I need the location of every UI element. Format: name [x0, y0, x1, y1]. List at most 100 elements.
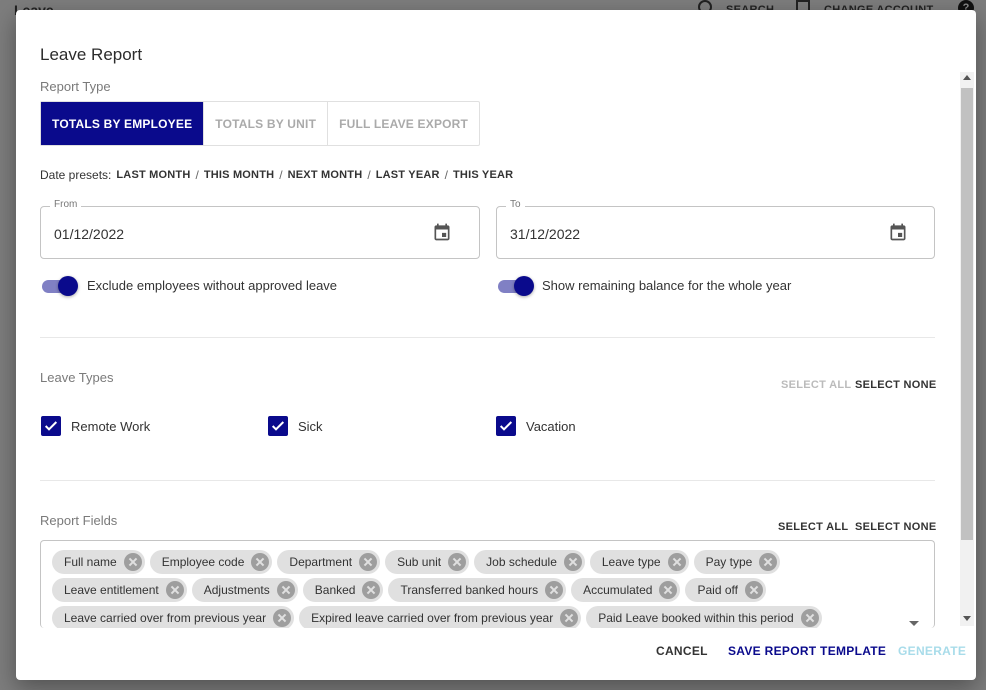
field-chip: Employee code	[149, 550, 273, 574]
chip-label: Department	[289, 555, 353, 569]
report-fields-select-none[interactable]: SELECT NONE	[855, 521, 937, 533]
chip-label: Job schedule	[486, 555, 557, 569]
chip-row: Leave entitlement Adjustments Banked Tra…	[52, 578, 766, 602]
remove-chip-icon[interactable]	[123, 553, 142, 571]
calendar-icon[interactable]	[888, 222, 908, 242]
chip-label: Paid off	[697, 583, 738, 597]
preset-this-month[interactable]: THIS MONTH	[204, 169, 274, 181]
remove-chip-icon[interactable]	[659, 581, 678, 599]
remove-chip-icon[interactable]	[667, 553, 686, 571]
remaining-balance-label: Show remaining balance for the whole yea…	[542, 278, 792, 293]
field-chip: Job schedule	[474, 550, 585, 574]
chip-row: Leave carried over from previous year Ex…	[52, 606, 822, 628]
save-report-template-button[interactable]: SAVE REPORT TEMPLATE	[728, 644, 886, 658]
report-type-full-leave-export[interactable]: FULL LEAVE EXPORT	[328, 102, 479, 145]
remaining-balance-toggle[interactable]	[496, 276, 534, 296]
field-chip: Sub unit	[385, 550, 470, 574]
remove-chip-icon[interactable]	[276, 581, 295, 599]
remove-chip-icon[interactable]	[165, 581, 184, 599]
to-date-field[interactable]: To 31/12/2022	[496, 199, 935, 259]
field-chip: Accumulated	[571, 578, 681, 602]
preset-last-month[interactable]: LAST MONTH	[116, 169, 190, 181]
field-chip: Expired leave carried over from previous…	[299, 606, 582, 628]
chip-label: Transferred banked hours	[400, 583, 539, 597]
calendar-icon[interactable]	[432, 222, 452, 242]
generate-button[interactable]: GENERATE	[898, 644, 966, 658]
leave-type-label: Remote Work	[71, 419, 151, 434]
report-type-totals-by-unit[interactable]: TOTALS BY UNIT	[204, 102, 329, 145]
report-fields-select[interactable]: Full name Employee code Department Sub u…	[40, 540, 935, 628]
field-chip: Pay type	[693, 550, 781, 574]
chip-label: Paid Leave booked within this period	[598, 611, 794, 625]
scroll-up-arrow-icon[interactable]	[963, 75, 971, 80]
preset-this-year[interactable]: THIS YEAR	[453, 169, 513, 181]
date-presets: Date presets: LAST MONTH / THIS MONTH / …	[40, 168, 513, 182]
divider	[40, 480, 935, 481]
checkmark-icon	[499, 421, 513, 431]
remove-chip-icon[interactable]	[800, 609, 819, 627]
exclude-employees-label: Exclude employees without approved leave	[87, 278, 338, 293]
preset-separator: /	[444, 168, 448, 182]
remove-chip-icon[interactable]	[251, 553, 270, 571]
preset-separator: /	[367, 168, 371, 182]
chevron-down-icon[interactable]	[909, 621, 919, 626]
preset-separator: /	[195, 168, 199, 182]
leave-types-select-none[interactable]: SELECT NONE	[855, 379, 937, 391]
divider	[40, 337, 935, 338]
from-date-label: From	[50, 199, 82, 210]
to-date-label: To	[506, 199, 525, 210]
field-chip: Adjustments	[191, 578, 298, 602]
preset-next-month[interactable]: NEXT MONTH	[288, 169, 363, 181]
checkbox-sick[interactable]	[268, 416, 288, 436]
scroll-thumb[interactable]	[961, 88, 973, 540]
remove-chip-icon[interactable]	[545, 581, 564, 599]
toggle-knob[interactable]	[514, 276, 534, 296]
report-fields-label: Report Fields	[40, 513, 118, 528]
field-chip: Leave type	[589, 550, 689, 574]
chip-label: Leave type	[601, 555, 661, 569]
remove-chip-icon[interactable]	[359, 553, 378, 571]
to-date-value[interactable]: 31/12/2022	[510, 226, 580, 242]
remove-chip-icon[interactable]	[273, 609, 292, 627]
checkbox-vacation[interactable]	[496, 416, 516, 436]
field-chip: Transferred banked hours	[388, 578, 567, 602]
checkmark-icon	[44, 421, 58, 431]
chip-label: Accumulated	[583, 583, 653, 597]
chip-row: Full name Employee code Department Sub u…	[52, 550, 781, 574]
exclude-employees-toggle[interactable]	[40, 276, 78, 296]
date-presets-label: Date presets:	[40, 168, 112, 182]
cancel-button[interactable]: CANCEL	[656, 644, 708, 658]
chip-label: Adjustments	[203, 583, 270, 597]
remove-chip-icon[interactable]	[563, 553, 582, 571]
field-chip: Department	[277, 550, 381, 574]
field-chip: Banked	[302, 578, 384, 602]
preset-separator: /	[279, 168, 283, 182]
leave-types-select-all[interactable]: SELECT ALL	[781, 379, 851, 391]
from-date-field[interactable]: From 01/12/2022	[40, 199, 480, 259]
remove-chip-icon[interactable]	[759, 553, 778, 571]
scroll-down-arrow-icon[interactable]	[963, 616, 971, 621]
dialog-scrollbar[interactable]	[960, 72, 974, 626]
chip-label: Banked	[314, 583, 356, 597]
chip-label: Pay type	[705, 555, 753, 569]
toggle-knob[interactable]	[58, 276, 78, 296]
leave-report-dialog: Leave Report Report Type TOTALS BY EMPLO…	[16, 10, 976, 680]
remove-chip-icon[interactable]	[448, 553, 467, 571]
remove-chip-icon[interactable]	[744, 581, 763, 599]
field-chip: Leave entitlement	[52, 578, 187, 602]
from-date-value[interactable]: 01/12/2022	[54, 226, 124, 242]
chip-label: Leave entitlement	[64, 583, 159, 597]
checkbox-remote-work[interactable]	[41, 416, 61, 436]
checkmark-icon	[271, 421, 285, 431]
chip-label: Sub unit	[397, 555, 442, 569]
leave-type-label: Vacation	[526, 419, 576, 434]
report-fields-select-all[interactable]: SELECT ALL	[778, 521, 848, 533]
preset-last-year[interactable]: LAST YEAR	[376, 169, 440, 181]
report-type-totals-by-employee[interactable]: TOTALS BY EMPLOYEE	[41, 102, 205, 145]
chip-label: Employee code	[161, 555, 245, 569]
remove-chip-icon[interactable]	[560, 609, 579, 627]
dialog-title: Leave Report	[40, 45, 143, 64]
remove-chip-icon[interactable]	[362, 581, 381, 599]
field-chip: Paid Leave booked within this period	[586, 606, 822, 628]
chip-label: Expired leave carried over from previous…	[311, 611, 554, 625]
